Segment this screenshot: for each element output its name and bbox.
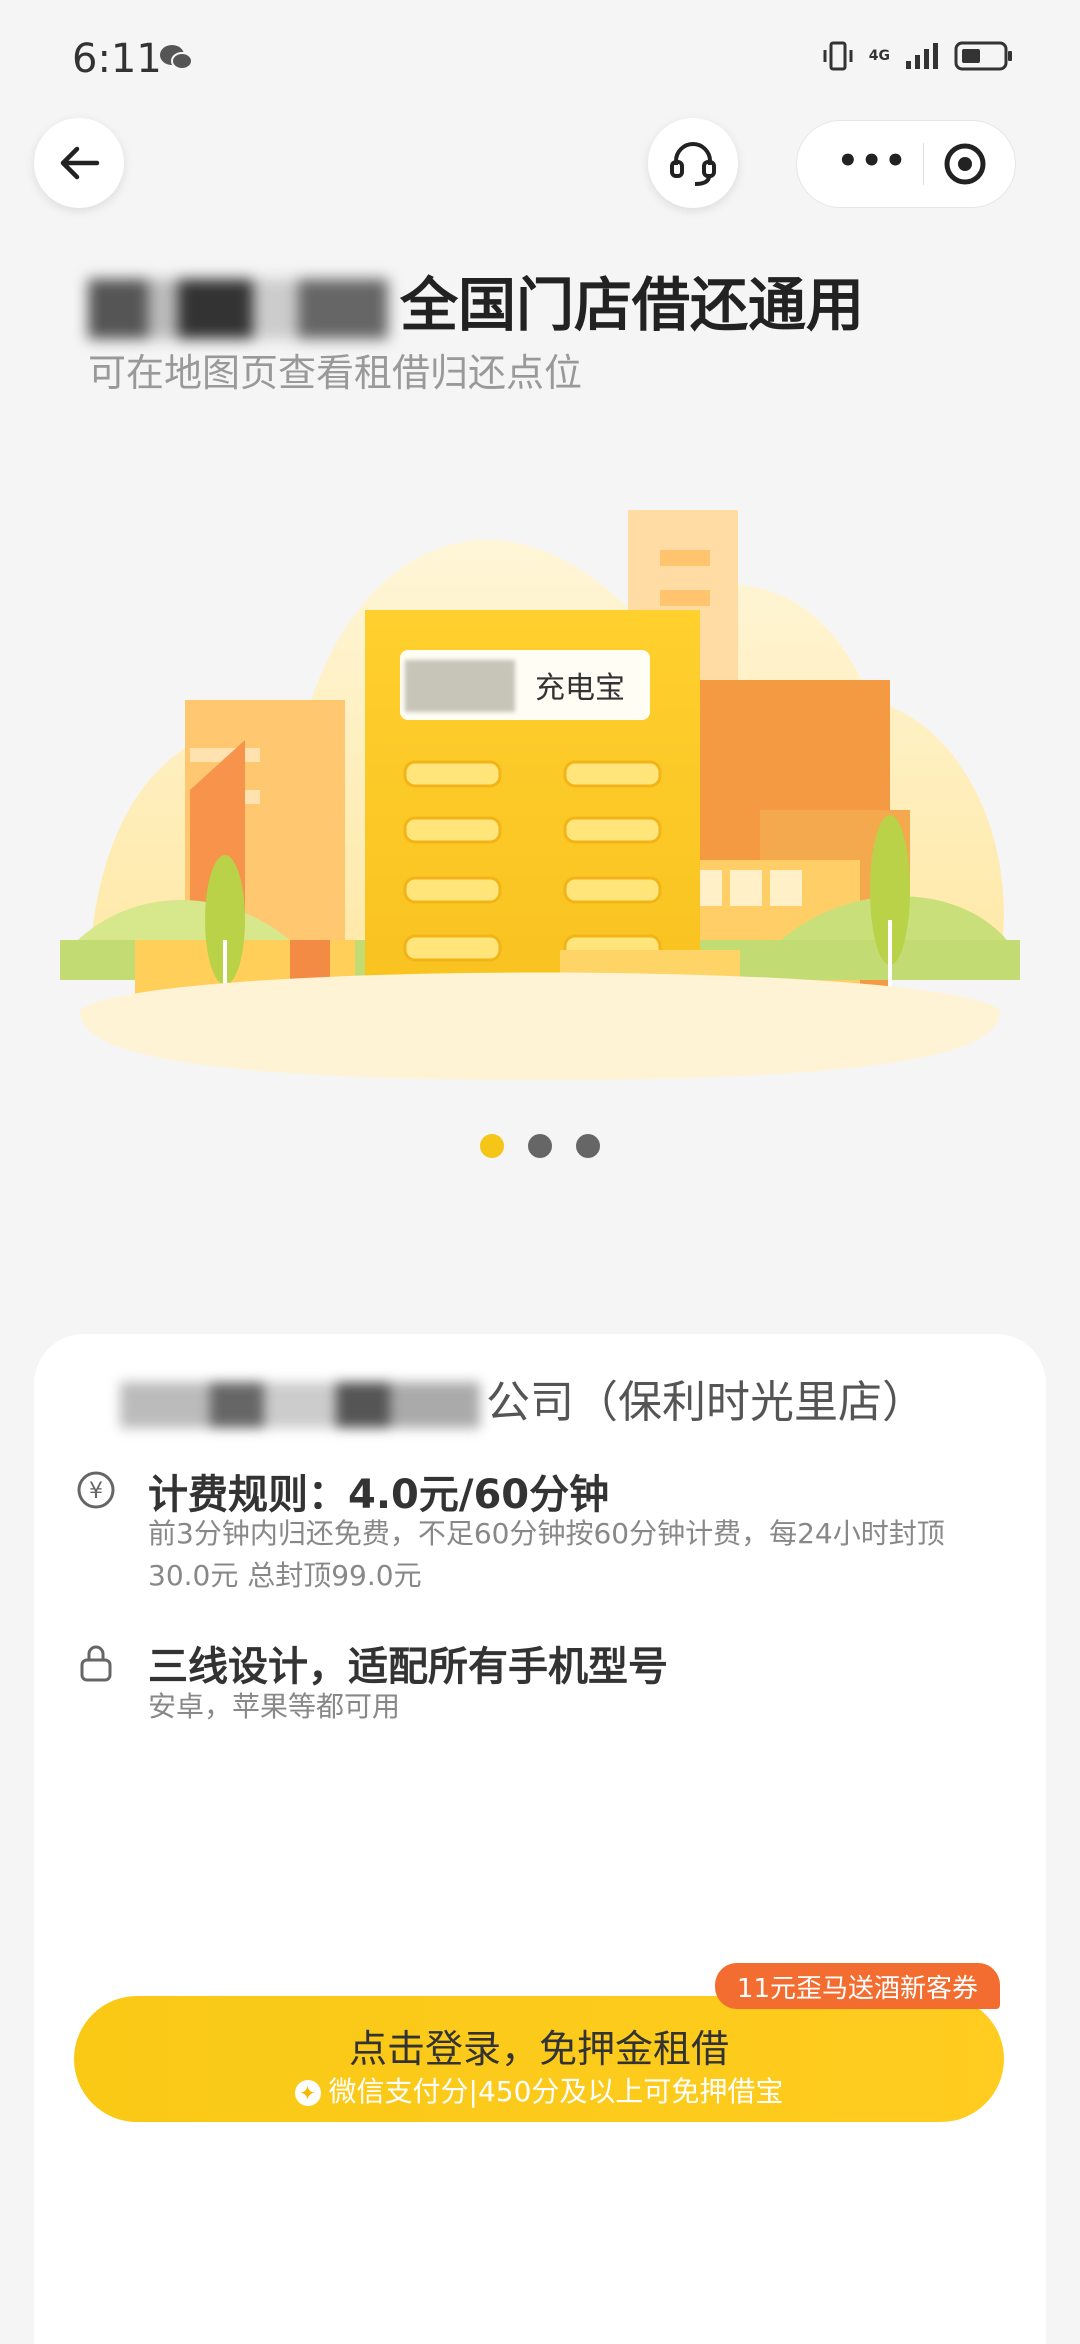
redacted-brand-sign xyxy=(405,660,515,712)
status-time: 6:11 xyxy=(72,36,162,82)
page-title: 全国门店借还通用 xyxy=(88,258,864,342)
back-arrow-icon xyxy=(60,146,100,180)
headset-icon xyxy=(670,142,716,186)
store-name: 公司（保利时光里店） xyxy=(120,1366,926,1430)
yuan-icon: ¥ xyxy=(76,1470,116,1514)
pricing-title: 计费规则：4.0元/60分钟 xyxy=(148,1472,610,1518)
sign-text: 充电宝 xyxy=(535,671,625,706)
capsule-divider xyxy=(923,143,924,185)
more-menu-button[interactable]: ••• xyxy=(837,144,908,178)
back-button[interactable] xyxy=(34,118,124,208)
lock-icon xyxy=(76,1643,116,1687)
close-miniprogram-button[interactable] xyxy=(943,142,987,190)
svg-text:¥: ¥ xyxy=(89,1479,103,1504)
coupon-badge[interactable]: 11元歪马送酒新客券 xyxy=(714,1963,1000,2009)
wechat-pay-score-icon: ✦ xyxy=(294,2080,321,2106)
carousel-dot-3[interactable] xyxy=(576,1134,600,1158)
login-sub-label: ✦ 微信支付分|450分及以上可免押借宝 xyxy=(74,2070,1004,2110)
redacted-brand xyxy=(88,278,388,339)
network-type: 4G xyxy=(868,48,890,64)
store-building-illustration: 充电宝 xyxy=(60,510,1020,1080)
battery-icon xyxy=(954,41,1012,71)
carousel-dot-1[interactable] xyxy=(480,1134,504,1158)
vibrate-icon xyxy=(823,41,853,71)
page-title-text: 全国门店借还通用 xyxy=(400,271,865,339)
mini-program-capsule: ••• xyxy=(796,120,1016,208)
store-name-text: 公司（保利时光里店） xyxy=(486,1377,926,1428)
status-bar: 6:11 4G xyxy=(0,0,1080,120)
wechat-icon xyxy=(158,42,194,78)
customer-service-button[interactable] xyxy=(648,118,738,208)
carousel-dot-2[interactable] xyxy=(528,1134,552,1158)
target-icon xyxy=(944,143,986,185)
status-icons: 4G xyxy=(821,40,1014,72)
compat-title: 三线设计，适配所有手机型号 xyxy=(148,1644,668,1690)
page-subtitle: 可在地图页查看租借归还点位 xyxy=(88,351,583,395)
banner-carousel[interactable]: 充电宝 xyxy=(60,440,1020,1080)
pricing-desc: 前3分钟内归还免费，不足60分钟按60分钟计费，每24小时封顶30.0元 总封顶… xyxy=(148,1517,945,1592)
redacted-store-brand xyxy=(120,1382,480,1428)
login-sub-text: 微信支付分|450分及以上可免押借宝 xyxy=(328,2075,784,2108)
signal-icon xyxy=(906,43,938,69)
login-label: 点击登录，免押金租借 xyxy=(348,2027,729,2071)
compat-desc: 安卓，苹果等都可用 xyxy=(148,1690,401,1723)
login-rent-button[interactable]: 点击登录，免押金租借 ✦ 微信支付分|450分及以上可免押借宝 xyxy=(74,1996,1004,2122)
carousel-indicator xyxy=(0,1134,1080,1158)
